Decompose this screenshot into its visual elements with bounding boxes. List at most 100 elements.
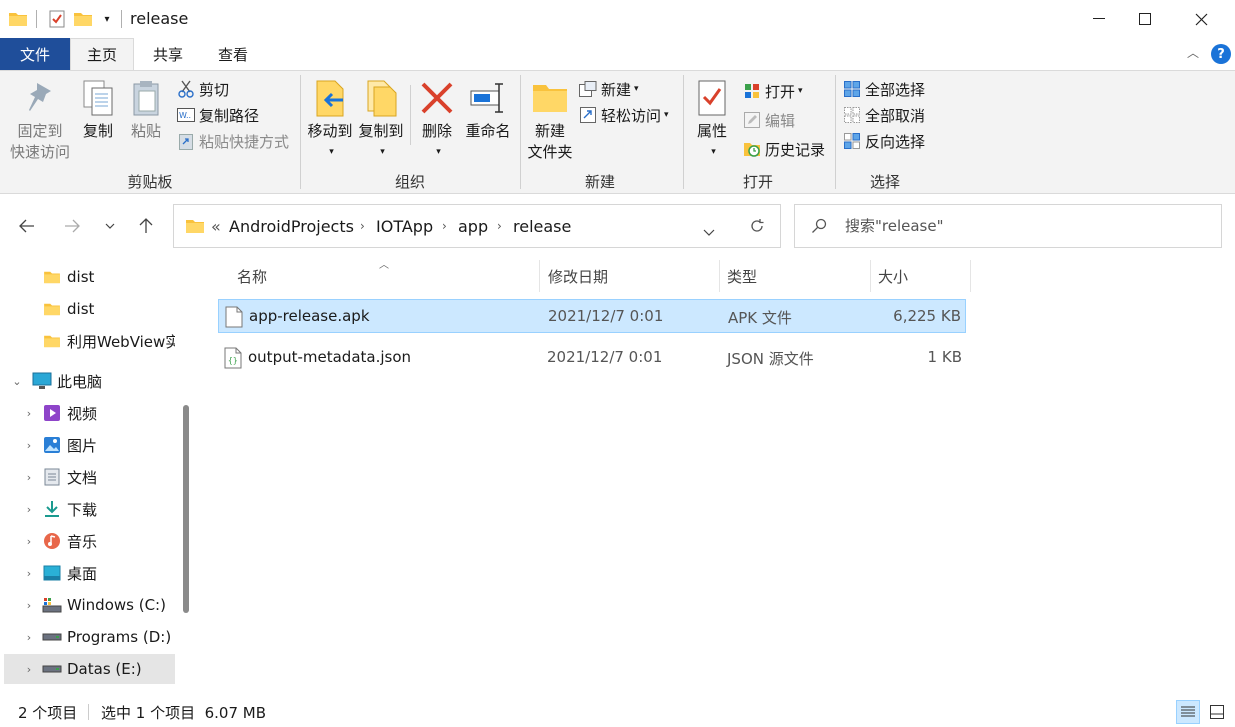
edit-pencil-icon: [743, 111, 761, 129]
column-header-modified[interactable]: 修改日期: [548, 266, 608, 287]
chevron-right-icon[interactable]: ›: [22, 502, 36, 516]
tree-item-dist[interactable]: dist: [4, 294, 175, 324]
system-drive-icon: [42, 596, 62, 614]
chevron-right-icon[interactable]: ›: [22, 438, 36, 452]
tree-item-label: 音乐: [67, 532, 98, 551]
column-header-size[interactable]: 大小: [878, 266, 908, 287]
pin-to-quick-access-button[interactable]: 固定到 快速访问: [6, 77, 74, 163]
invert-selection-button[interactable]: 反向选择: [843, 129, 925, 153]
copy-path-button[interactable]: W.. 复制路径: [177, 103, 259, 127]
new-item-button[interactable]: 新建 ▾: [579, 77, 639, 101]
copy-to-button[interactable]: 复制到 ▾: [356, 77, 406, 163]
tree-item-downloads[interactable]: › 下载: [4, 494, 175, 524]
breadcrumb-chevron-icon[interactable]: ›: [442, 219, 447, 233]
paste-button[interactable]: 粘贴: [126, 77, 166, 142]
properties-button[interactable]: 属性 ▾: [692, 77, 732, 163]
chevron-right-icon[interactable]: ›: [22, 470, 36, 484]
breadcrumb-overflow[interactable]: «: [211, 217, 221, 236]
breadcrumb-androidprojects[interactable]: AndroidProjects: [229, 217, 354, 236]
tree-item-this-pc[interactable]: ⌄ 此电脑: [4, 366, 175, 396]
easy-access-button[interactable]: 轻松访问 ▾: [579, 103, 669, 127]
cut-button[interactable]: 剪切: [177, 77, 229, 101]
select-none-button[interactable]: 全部取消: [843, 103, 925, 127]
tree-item-desktop[interactable]: › 桌面: [4, 558, 175, 588]
details-view-icon[interactable]: [1176, 700, 1200, 724]
file-icon: [225, 306, 243, 328]
paste-label: 粘贴: [130, 122, 161, 140]
close-button[interactable]: [1178, 0, 1224, 38]
tree-item-drive-d[interactable]: › Programs (D:): [4, 622, 175, 652]
easy-access-label: 轻松访问: [601, 106, 662, 125]
tab-view[interactable]: 查看: [205, 38, 261, 70]
delete-button[interactable]: 删除 ▾: [416, 77, 458, 163]
table-row[interactable]: {} output-metadata.json 2021/12/7 0:01 J…: [218, 341, 966, 375]
tree-item-label: 视频: [67, 404, 98, 423]
tab-file[interactable]: 文件: [0, 38, 70, 70]
chevron-right-icon[interactable]: ›: [22, 630, 36, 644]
folder-icon: [42, 300, 62, 318]
tree-item-documents[interactable]: › 文档: [4, 462, 175, 492]
tree-item-label: dist: [67, 268, 95, 286]
collapse-ribbon-chevron-icon[interactable]: ︿: [1187, 44, 1199, 61]
breadcrumb-chevron-icon[interactable]: ›: [360, 219, 365, 233]
move-to-label: 移动到: [307, 122, 353, 140]
up-arrow-icon[interactable]: [132, 212, 160, 240]
table-row[interactable]: app-release.apk 2021/12/7 0:01 APK 文件 6,…: [218, 299, 966, 333]
large-icons-view-icon[interactable]: [1205, 700, 1229, 724]
move-to-button[interactable]: 移动到 ▾: [305, 77, 355, 163]
refresh-icon[interactable]: [749, 218, 765, 238]
properties-quick-icon[interactable]: [47, 9, 67, 29]
chevron-right-icon[interactable]: ›: [22, 598, 36, 612]
chevron-right-icon[interactable]: ›: [22, 566, 36, 580]
new-item-icon: [579, 80, 597, 98]
search-box[interactable]: [794, 204, 1222, 248]
maximize-button[interactable]: [1122, 0, 1168, 38]
tree-item-webview-folder[interactable]: 利用WebView实: [4, 326, 175, 356]
customize-toolbar-chevron-icon[interactable]: ▾: [97, 9, 117, 29]
tab-home[interactable]: 主页: [70, 38, 134, 70]
breadcrumb-app[interactable]: app: [458, 217, 488, 236]
tree-item-pictures[interactable]: › 图片: [4, 430, 175, 460]
tree-item-label: 文档: [67, 468, 98, 487]
edit-button[interactable]: 编辑: [743, 108, 795, 132]
back-arrow-icon[interactable]: [13, 212, 41, 240]
folder-icon: [42, 268, 62, 286]
address-history-chevron-icon[interactable]: [703, 222, 715, 240]
chevron-right-icon[interactable]: ›: [22, 662, 36, 676]
chevron-right-icon[interactable]: ›: [22, 406, 36, 420]
nav-scrollbar-thumb[interactable]: [183, 405, 189, 613]
breadcrumb-iotapp[interactable]: IOTApp: [376, 217, 433, 236]
navigation-pane: dist dist 利用WebView实 ⌄ 此电脑 › 视频 › 图片 › 文…: [0, 258, 196, 698]
tree-item-drive-c[interactable]: › Windows (C:): [4, 590, 175, 620]
column-header-type[interactable]: 类型: [727, 266, 757, 287]
breadcrumb-release[interactable]: release: [513, 217, 571, 236]
file-modified: 2021/12/7 0:01: [548, 307, 664, 325]
breadcrumb-chevron-icon[interactable]: ›: [497, 219, 502, 233]
minimize-button[interactable]: [1076, 0, 1122, 38]
paste-shortcut-button[interactable]: 粘贴快捷方式: [177, 129, 289, 153]
tree-item-videos[interactable]: › 视频: [4, 398, 175, 428]
help-icon[interactable]: ?: [1211, 44, 1231, 64]
tree-item-label: 此电脑: [57, 372, 103, 391]
new-folder-quick-icon[interactable]: [73, 9, 93, 29]
tab-share[interactable]: 共享: [140, 38, 196, 70]
tree-item-music[interactable]: › 音乐: [4, 526, 175, 556]
search-input[interactable]: [845, 215, 1205, 237]
group-label-clipboard: 剪贴板: [127, 173, 173, 191]
column-header-name[interactable]: 名称: [237, 266, 267, 287]
open-button[interactable]: 打开 ▾: [743, 79, 803, 103]
tree-item-label: Datas (E:): [67, 660, 142, 678]
history-button[interactable]: 历史记录: [743, 137, 825, 161]
copy-button[interactable]: 复制: [78, 77, 118, 142]
forward-arrow-icon[interactable]: [58, 212, 86, 240]
address-bar[interactable]: « AndroidProjects › IOTApp › app › relea…: [173, 204, 781, 248]
new-folder-button[interactable]: 新建 文件夹: [524, 77, 576, 163]
rename-button[interactable]: 重命名: [462, 77, 514, 142]
recent-locations-chevron-icon[interactable]: [96, 212, 124, 240]
chevron-right-icon[interactable]: ›: [22, 534, 36, 548]
select-all-button[interactable]: 全部选择: [843, 77, 925, 101]
chevron-down-icon[interactable]: ⌄: [10, 374, 24, 388]
tree-item-dist[interactable]: dist: [4, 262, 175, 292]
tree-item-drive-e[interactable]: › Datas (E:): [4, 654, 175, 684]
svg-text:W..: W..: [179, 111, 191, 120]
